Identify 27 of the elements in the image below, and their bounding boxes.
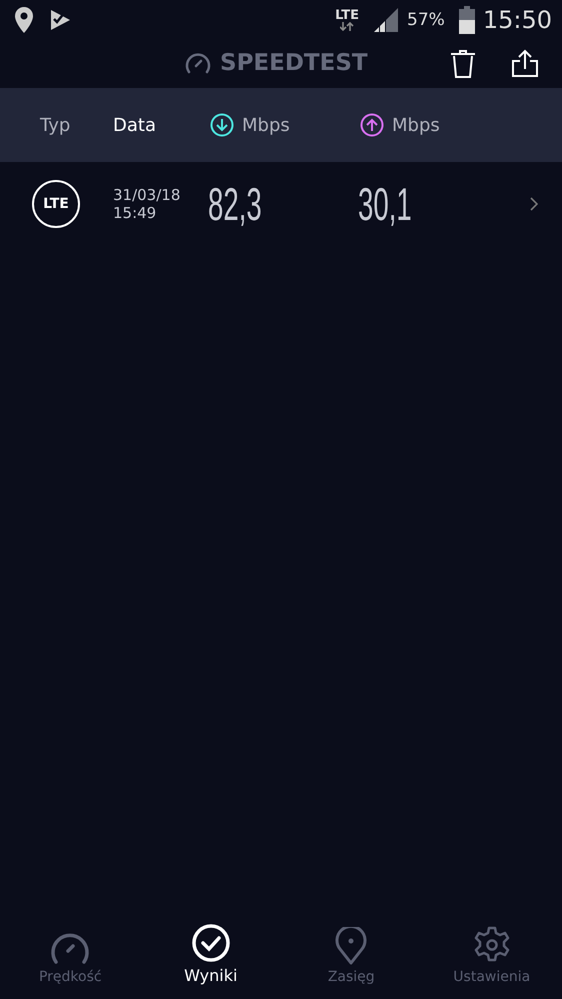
share-icon[interactable] [512, 49, 538, 77]
delete-icon[interactable] [450, 49, 476, 79]
speedometer-icon [184, 51, 212, 75]
nav-tab[interactable]: Wyniki [140, 905, 281, 985]
connection-type-badge: LTE [32, 180, 80, 228]
download-speed: 82,3 [208, 176, 262, 230]
signal-icon [373, 7, 400, 33]
battery-icon [458, 6, 475, 34]
column-header[interactable]: Data [113, 114, 208, 136]
data-arrows-icon [340, 22, 354, 31]
battery-percent: 57% [407, 10, 445, 30]
column-header[interactable]: Mbps [208, 113, 360, 137]
result-row[interactable]: LTE 31/03/18 15:49 82,3 30,1 [0, 162, 562, 245]
result-date: 31/03/18 [113, 186, 182, 204]
network-type: LTE [335, 9, 360, 22]
chevron-icon [530, 196, 538, 210]
location-icon [13, 6, 35, 34]
column-header[interactable]: Typ [0, 114, 113, 136]
result-time: 15:49 [113, 204, 158, 222]
notification-icon [49, 8, 71, 32]
speedometer-icon [50, 931, 90, 965]
location-icon [335, 927, 368, 965]
checkmark-icon [192, 924, 230, 962]
app-title: SPEEDTEST [220, 50, 368, 76]
clock: 15:50 [482, 6, 552, 34]
column-header[interactable]: Mbps [360, 113, 480, 137]
upload-speed: 30,1 [358, 176, 412, 230]
